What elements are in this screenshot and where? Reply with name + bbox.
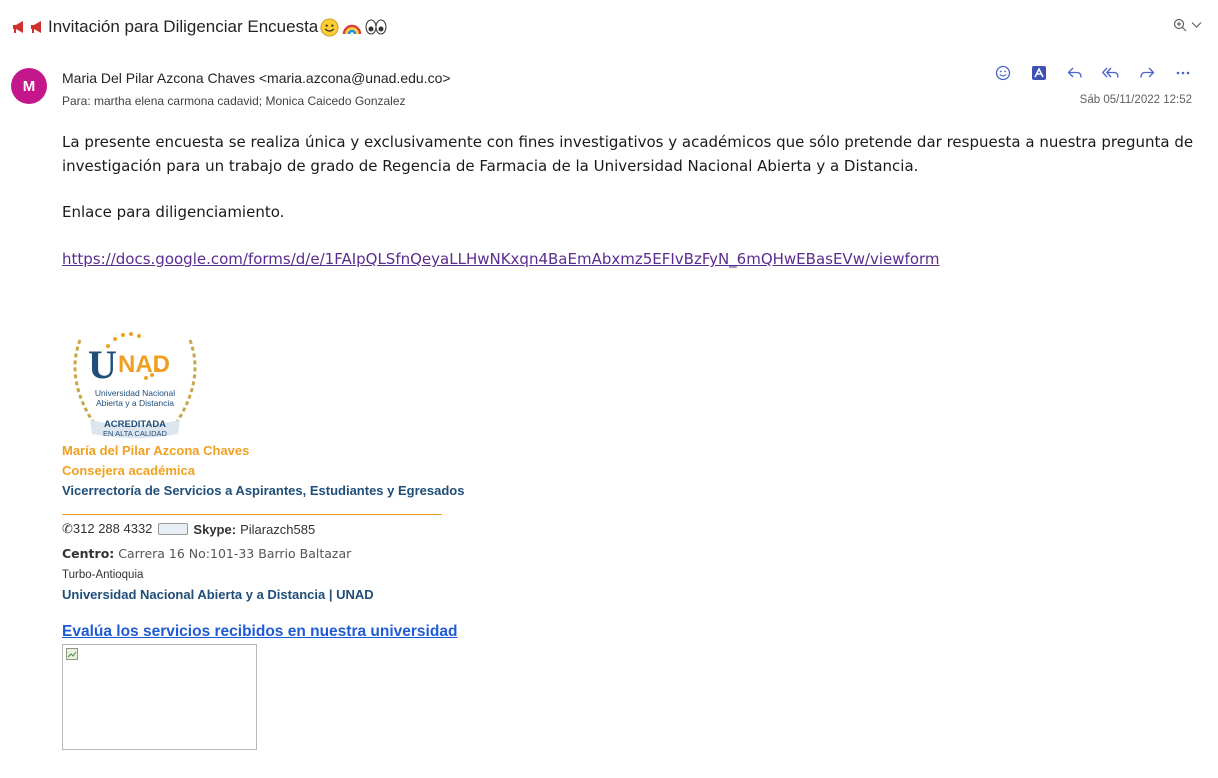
email-subject: Invitación para Diligenciar Encuesta (12, 17, 387, 37)
email-body: La presente encuesta se realiza única y … (62, 130, 1202, 178)
logo-wordmark-nad: NAD (118, 351, 170, 378)
evaluation-link[interactable]: Evalúa los servicios recibidos en nuestr… (62, 623, 457, 641)
logo-badge-quality: EN ALTA CALIDAD (103, 429, 167, 438)
pdf-app-button[interactable] (1030, 64, 1048, 82)
skype-user: Pilarazch585 (240, 521, 316, 537)
signature-city: Turbo-Antioquia (62, 569, 144, 581)
sender-line[interactable]: Maria Del Pilar Azcona Chaves <maria.azc… (62, 70, 451, 86)
logo-line2: Abierta y a Distancia (96, 398, 174, 408)
megaphone-icon (31, 21, 41, 33)
smile-emoji-icon (320, 17, 339, 37)
eyes-emoji-icon (365, 19, 387, 35)
sender-avatar: M (11, 68, 47, 104)
emoji-reaction-button[interactable] (994, 64, 1012, 82)
centro-label: Centro: (62, 546, 115, 561)
reply-button[interactable] (1066, 64, 1084, 82)
pdf-app-icon[interactable] (1032, 66, 1046, 80)
unad-logo: U NAD Universidad Nacional Abierta y a D… (73, 332, 197, 438)
reply-all-button[interactable] (1102, 64, 1120, 82)
signature-contact: ✆312 288 4332 Skype: Pilarazch585 (62, 521, 315, 537)
reply-all-icon[interactable] (1102, 66, 1120, 80)
forward-icon[interactable] (1139, 66, 1155, 80)
chevron-down-icon[interactable] (1191, 21, 1202, 29)
megaphone-icon (13, 21, 23, 33)
emoji-reaction-icon[interactable] (995, 65, 1011, 81)
form-link[interactable]: https://docs.google.com/forms/d/e/1FAIpQ… (62, 250, 940, 268)
forward-button[interactable] (1138, 64, 1156, 82)
signature-department: Vicerrectoría de Servicios a Aspirantes,… (62, 483, 465, 498)
signature-centro: Centro: Carrera 16 No:101-33 Barrio Balt… (62, 546, 351, 561)
signature-university: Universidad Nacional Abierta y a Distanc… (62, 587, 374, 602)
logo-wordmark-u: U (88, 342, 117, 387)
zoom-control[interactable] (1173, 18, 1202, 32)
more-icon[interactable] (1176, 71, 1190, 75)
subject-bar: Invitación para Diligenciar Encuesta (0, 0, 1218, 52)
logo-line1: Universidad Nacional (95, 388, 175, 398)
broken-image-placeholder[interactable] (62, 644, 257, 750)
signature-divider (62, 514, 442, 515)
subject-text: Invitación para Diligenciar Encuesta (48, 17, 319, 36)
recipients-line[interactable]: Para: martha elena carmona cadavid; Moni… (62, 94, 406, 108)
broken-image-icon (66, 648, 78, 660)
signature-role: Consejera académica (62, 463, 195, 478)
centro-address: Carrera 16 No:101-33 Barrio Baltazar (118, 546, 352, 561)
signature-name: María del Pilar Azcona Chaves (62, 443, 250, 458)
sent-date: Sáb 05/11/2022 12:52 (1079, 94, 1192, 106)
skype-label: Skype: (193, 521, 237, 537)
body-paragraph: Enlace para diligenciamiento. (62, 203, 285, 221)
message-actions (994, 64, 1192, 82)
keyboard-icon (158, 523, 189, 535)
zoom-icon[interactable] (1173, 18, 1187, 32)
signature-phone: ✆312 288 4332 (62, 521, 153, 536)
body-paragraph: La presente encuesta se realiza única y … (62, 133, 1194, 175)
rainbow-emoji-icon (343, 24, 362, 35)
more-actions-button[interactable] (1174, 64, 1192, 82)
reply-icon[interactable] (1067, 66, 1083, 80)
